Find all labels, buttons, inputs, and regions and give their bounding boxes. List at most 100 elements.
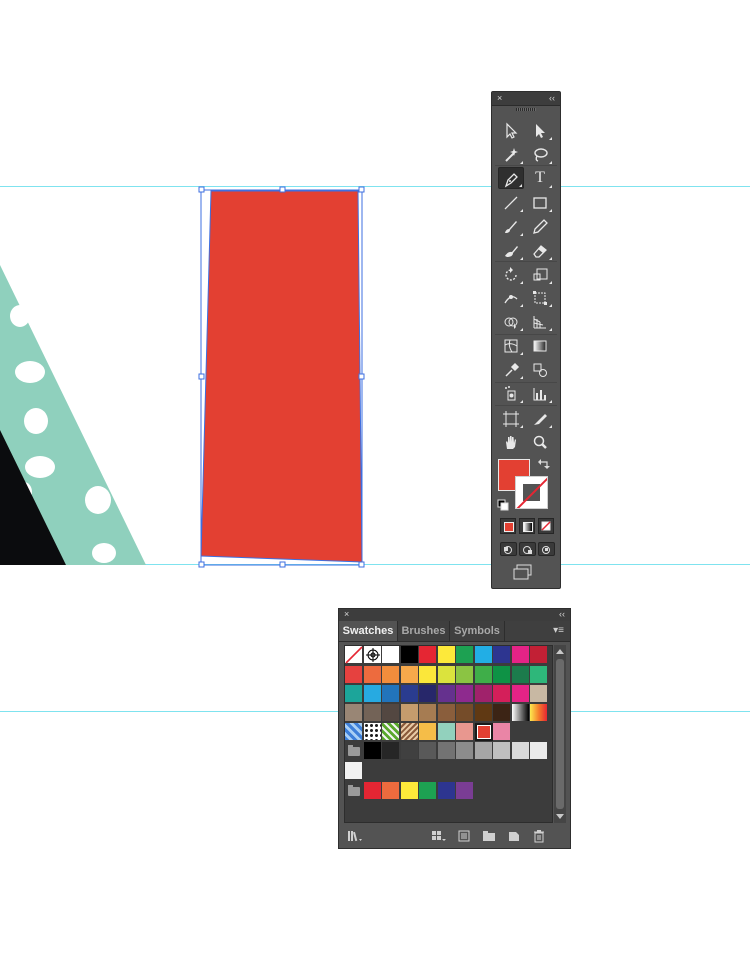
swatch[interactable]	[382, 704, 400, 722]
direct-selection-tool[interactable]	[527, 119, 553, 141]
blob-brush-tool[interactable]	[498, 239, 524, 261]
swatch[interactable]	[400, 742, 419, 760]
gradient-tool[interactable]	[527, 334, 553, 356]
swatch[interactable]	[363, 685, 382, 703]
change-screen-mode-icon[interactable]	[512, 563, 534, 581]
swatch[interactable]	[456, 666, 474, 684]
swatch[interactable]	[493, 704, 511, 722]
selection-tool[interactable]	[498, 119, 524, 141]
collapse-icon[interactable]: ‹‹	[549, 92, 555, 104]
swatch-options-icon[interactable]	[457, 829, 471, 843]
none-mode-button[interactable]	[538, 518, 554, 534]
magic-wand-tool[interactable]	[498, 143, 524, 165]
default-fill-stroke-icon[interactable]	[497, 498, 509, 511]
swatch[interactable]	[493, 646, 511, 664]
scroll-thumb[interactable]	[556, 659, 564, 809]
swatch[interactable]	[345, 646, 363, 664]
swatch[interactable]	[437, 704, 456, 722]
swatch[interactable]	[493, 723, 511, 741]
red-shape-selected[interactable]	[198, 186, 365, 568]
free-transform-tool[interactable]	[527, 286, 553, 308]
swatch[interactable]	[363, 704, 382, 722]
swatch[interactable]	[400, 704, 419, 722]
swatch[interactable]	[419, 666, 437, 684]
swatch[interactable]	[345, 666, 363, 684]
swatch[interactable]	[419, 723, 437, 741]
swatch[interactable]	[345, 762, 363, 780]
swatches-panel-titlebar[interactable]: × ‹‹	[339, 609, 570, 621]
swatch[interactable]	[400, 646, 419, 664]
rotate-tool[interactable]	[498, 263, 524, 285]
swatch[interactable]	[456, 685, 474, 703]
color-group-folder-icon[interactable]	[345, 742, 363, 760]
column-graph-tool[interactable]	[527, 382, 553, 404]
close-icon[interactable]: ×	[497, 92, 502, 104]
tab-symbols[interactable]: Symbols	[450, 621, 505, 641]
gradient-mode-button[interactable]	[519, 518, 535, 534]
swatch[interactable]	[419, 704, 437, 722]
swatch[interactable]	[400, 666, 419, 684]
eraser-tool[interactable]	[527, 239, 553, 261]
swatch[interactable]	[345, 685, 363, 703]
swatch[interactable]	[345, 723, 363, 741]
scroll-down-icon[interactable]	[556, 814, 564, 819]
width-tool[interactable]	[498, 286, 524, 308]
swatch[interactable]	[511, 666, 530, 684]
artboard-tool[interactable]	[498, 407, 524, 429]
hand-tool[interactable]	[498, 430, 524, 452]
swatch[interactable]	[474, 666, 493, 684]
swatch[interactable]	[474, 646, 493, 664]
swatch[interactable]	[382, 666, 400, 684]
swatch[interactable]	[437, 646, 456, 664]
scale-tool[interactable]	[527, 263, 553, 285]
perspective-grid-tool[interactable]	[527, 310, 553, 332]
swatch[interactable]	[437, 666, 456, 684]
close-icon[interactable]: ×	[344, 609, 349, 620]
swatch[interactable]	[363, 646, 382, 664]
swatch-libraries-menu-icon[interactable]	[347, 829, 362, 843]
swatches-scrollbar[interactable]	[554, 645, 566, 823]
tab-swatches[interactable]: Swatches	[339, 621, 398, 641]
show-swatch-kinds-icon[interactable]	[431, 829, 446, 843]
swatch[interactable]	[363, 723, 382, 741]
teal-triangle-artwork[interactable]	[0, 265, 146, 565]
swatch[interactable]	[382, 685, 400, 703]
swatch[interactable]	[437, 685, 456, 703]
swatch[interactable]	[530, 646, 548, 664]
pencil-tool[interactable]	[527, 215, 553, 237]
swatch[interactable]	[511, 646, 530, 664]
swatch[interactable]	[419, 742, 437, 760]
tab-brushes[interactable]: Brushes	[398, 621, 450, 641]
swatch[interactable]	[530, 685, 548, 703]
swatch[interactable]	[474, 742, 493, 760]
swatch[interactable]	[382, 646, 400, 664]
swatch[interactable]	[419, 782, 437, 800]
swatch[interactable]	[437, 782, 456, 800]
swatch[interactable]	[382, 723, 400, 741]
swatch[interactable]	[400, 685, 419, 703]
swatch[interactable]	[493, 685, 511, 703]
rectangle-tool[interactable]	[527, 191, 553, 213]
swatch[interactable]	[493, 666, 511, 684]
swatch[interactable]	[511, 742, 530, 760]
paintbrush-tool[interactable]	[498, 215, 524, 237]
swatch[interactable]	[382, 742, 400, 760]
swap-fill-stroke-icon[interactable]	[538, 457, 550, 469]
swatch[interactable]	[511, 704, 530, 722]
swatch[interactable]	[474, 704, 493, 722]
swatch[interactable]	[493, 742, 511, 760]
swatch[interactable]	[400, 723, 419, 741]
swatch[interactable]	[530, 742, 548, 760]
swatch[interactable]	[382, 782, 400, 800]
collapse-icon[interactable]: ‹‹	[559, 609, 565, 620]
symbol-sprayer-tool[interactable]	[498, 382, 524, 404]
swatch[interactable]	[345, 704, 363, 722]
draw-normal-button[interactable]	[500, 542, 517, 556]
swatch[interactable]	[419, 685, 437, 703]
lasso-tool[interactable]	[527, 143, 553, 165]
shape-builder-tool[interactable]	[498, 310, 524, 332]
swatch[interactable]	[456, 742, 474, 760]
draw-inside-button[interactable]	[538, 542, 555, 556]
swatch[interactable]	[363, 782, 382, 800]
color-mode-button[interactable]	[500, 518, 516, 534]
